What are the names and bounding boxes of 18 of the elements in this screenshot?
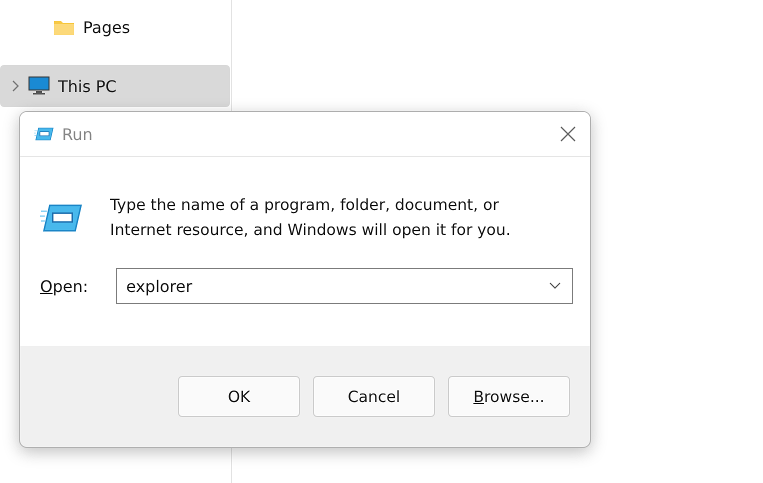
dialog-button[interactable]: Cancel <box>313 376 435 417</box>
open-label: Open: <box>40 276 88 296</box>
dialog-button[interactable]: Browse... <box>448 376 570 417</box>
run-icon <box>40 202 83 234</box>
description-text: Type the name of a program, folder, document, or Internet resource, and Windows will open it for you. <box>110 195 512 241</box>
folder-icon <box>53 18 75 36</box>
open-combo-field[interactable]: explorer <box>116 268 574 304</box>
monitor-icon <box>28 76 50 96</box>
nav-item[interactable]: This PC <box>0 65 230 107</box>
nav-label: Pages <box>83 18 130 36</box>
nav-item[interactable]: Pages <box>0 6 230 48</box>
chevron-icon[interactable] <box>12 80 20 92</box>
run-icon <box>34 127 54 141</box>
nav-label: This PC <box>58 76 117 96</box>
dialog-button[interactable]: OK <box>178 376 300 417</box>
dropdown-caret-icon[interactable] <box>549 282 562 290</box>
close-icon[interactable] <box>560 126 576 142</box>
window-title: Run <box>62 124 94 144</box>
